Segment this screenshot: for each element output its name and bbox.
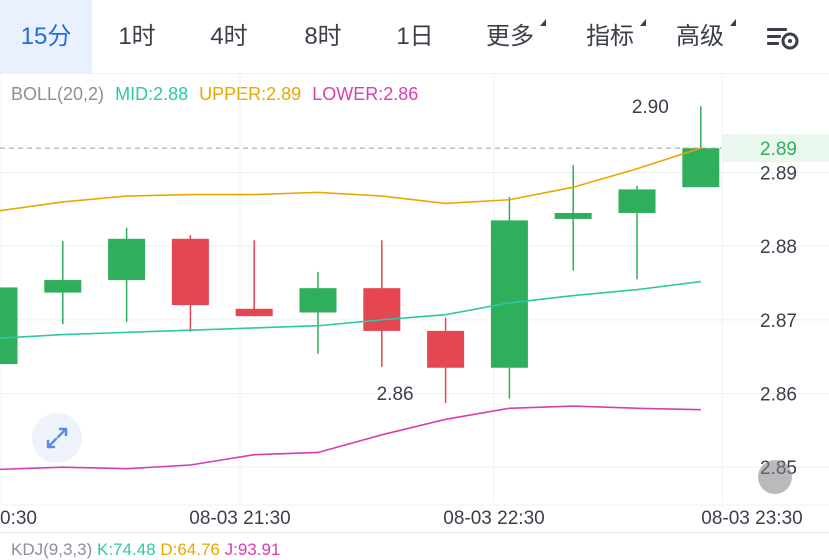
candle-body [108, 238, 146, 281]
candle-body [44, 280, 82, 293]
candle-body [427, 330, 465, 368]
candle-body [0, 287, 18, 365]
boll-mid-line [0, 280, 701, 340]
candle-body [682, 148, 720, 188]
tab-label: 指标 [586, 19, 646, 50]
tab-2[interactable]: 4时 [182, 0, 276, 73]
chart-settings-icon[interactable] [764, 22, 800, 52]
tab-label: 8时 [304, 23, 342, 50]
tab-0[interactable]: 15分 [0, 0, 92, 73]
x-tick-label: 08-03 22:30 [443, 508, 544, 529]
price-chart[interactable]: 2.892.882.872.862.852.892.902.860:3008-0… [0, 73, 829, 533]
x-tick-label: 0:30 [0, 508, 37, 529]
candle-body [554, 213, 592, 219]
kdj-j: J:93.91 [224, 540, 281, 559]
tab-6[interactable]: 指标 [560, 0, 660, 73]
expand-arrows-icon[interactable] [32, 413, 82, 463]
candle-body [618, 189, 656, 213]
candle-body [171, 238, 209, 306]
tab-label: 15分 [20, 23, 72, 50]
y-tick-label: 2.86 [760, 385, 797, 406]
boll-lower-line [0, 405, 701, 471]
y-tick-label: 2.87 [760, 311, 797, 332]
tab-label: 1时 [118, 23, 156, 50]
kdj-d: D:64.76 [160, 540, 220, 559]
y-tick-label: 2.88 [760, 237, 797, 258]
tab-5[interactable]: 更多 [460, 0, 560, 73]
kdj-k: K:74.48 [96, 540, 156, 559]
zoom-handle[interactable] [758, 460, 792, 494]
candle-body [490, 220, 528, 368]
tab-3[interactable]: 8时 [276, 0, 370, 73]
x-tick-label: 08-03 23:30 [701, 508, 802, 529]
last-price-label: 2.89 [760, 139, 797, 160]
tab-label: 更多 [486, 19, 546, 50]
x-tick-label: 08-03 21:30 [189, 508, 290, 529]
timeframe-tabbar: 15分 1时 4时 8时 1日 更多 指标 高级 [0, 0, 829, 74]
dropdown-triangle-icon [540, 19, 546, 26]
candle-body [363, 288, 401, 331]
high-marker-label: 2.90 [632, 97, 669, 118]
tab-label: 4时 [210, 23, 248, 50]
boll-upper-line [0, 147, 702, 212]
tab-1[interactable]: 1时 [92, 0, 182, 73]
candle-body [299, 288, 337, 313]
low-marker-label: 2.86 [377, 384, 414, 405]
tab-label: 1日 [396, 23, 434, 50]
kdj-legend: KDJ(9,3,3) K:74.48 D:64.76 J:93.91 [11, 540, 280, 560]
tab-7[interactable]: 高级 [650, 0, 750, 73]
kdj-title: KDJ(9,3,3) [11, 540, 93, 559]
candle-body [235, 308, 273, 317]
y-tick-label: 2.89 [760, 163, 797, 184]
dropdown-triangle-icon [730, 19, 736, 26]
dropdown-triangle-icon [640, 19, 646, 26]
tab-label: 高级 [676, 19, 736, 50]
tab-4[interactable]: 1日 [370, 0, 460, 73]
